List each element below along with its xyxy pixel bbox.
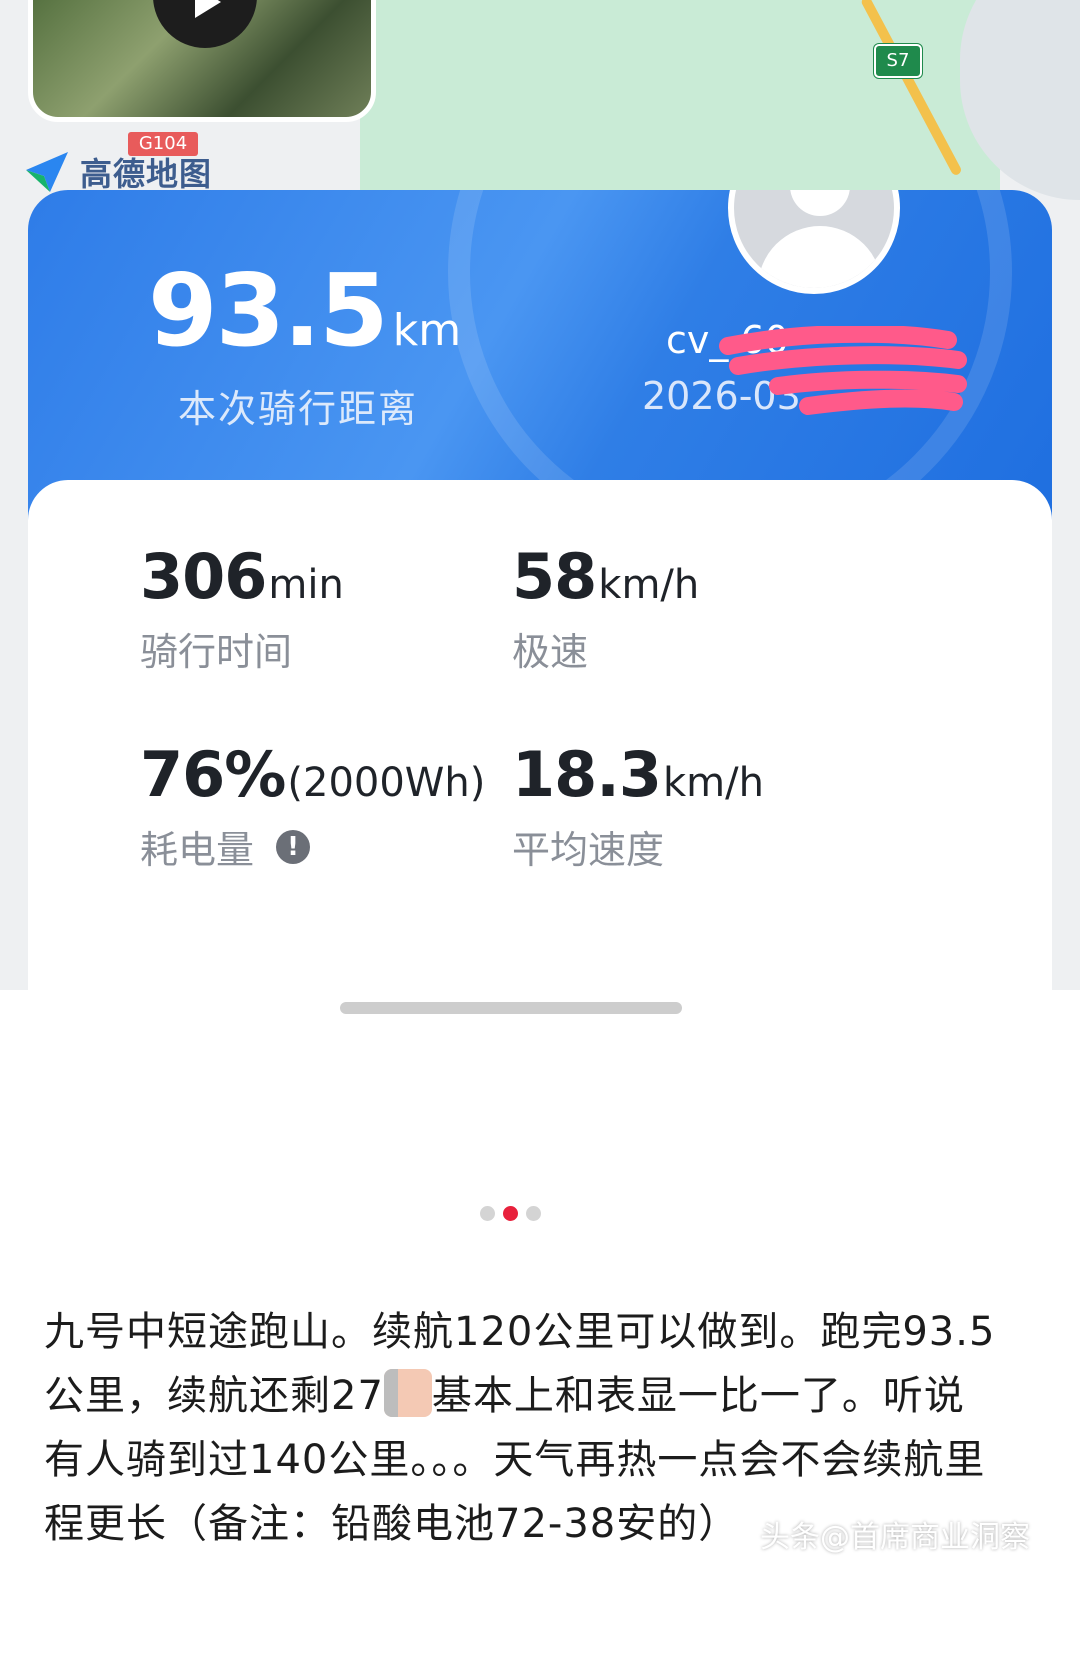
battery-usage-value: 76%	[140, 738, 286, 811]
carousel-dot-active[interactable]	[503, 1206, 518, 1221]
amap-logo-text: 高德地图	[80, 155, 213, 193]
amap-arrow-icon	[26, 152, 68, 192]
redaction-scribble	[719, 326, 967, 415]
watermark: 头条@首席商业洞察	[760, 1520, 1030, 1555]
distance-label: 本次骑行距离	[178, 387, 419, 431]
card-header: 93.5 km 本次骑行距离 cv_ 60 2026-03	[28, 190, 1052, 554]
distance-value: 93.5	[148, 252, 389, 369]
carousel-indicator[interactable]	[480, 1206, 541, 1221]
video-thumbnail[interactable]	[28, 0, 376, 122]
ride-time-label: 骑行时间	[140, 630, 293, 674]
play-button[interactable]	[153, 0, 257, 48]
top-speed-unit: km/h	[598, 562, 700, 608]
top-speed-value: 58	[512, 540, 597, 613]
ride-stats-card: 93.5 km 本次骑行距离 cv_ 60 2026-03 306 min 骑行…	[28, 190, 1052, 990]
stat-ride-time: 306 min 骑行时间	[140, 540, 344, 676]
stats-panel: 306 min 骑行时间 58 km/h 极速 76% (2000Wh) 耗电量…	[28, 480, 1052, 990]
stat-top-speed: 58 km/h 极速	[512, 540, 699, 676]
road-badge-s7: S7	[874, 44, 922, 78]
ride-time-value: 306	[140, 540, 267, 613]
avg-speed-value: 18.3	[512, 738, 662, 811]
carousel-dot[interactable]	[480, 1206, 495, 1221]
avg-speed-label: 平均速度	[512, 828, 665, 872]
info-icon[interactable]: !	[276, 829, 311, 864]
battery-usage-label: 耗电量	[140, 828, 255, 872]
amap-logo: 高德地图	[24, 150, 212, 194]
map-green-area	[360, 0, 1000, 220]
drag-handle[interactable]	[340, 1002, 682, 1014]
avg-speed-unit: km/h	[662, 760, 764, 806]
ride-time-unit: min	[268, 562, 344, 608]
top-speed-label: 极速	[512, 630, 589, 674]
ride-distance: 93.5 km	[148, 252, 461, 369]
play-icon	[195, 0, 221, 18]
stat-avg-speed: 18.3 km/h 平均速度	[512, 738, 764, 874]
carousel-dot[interactable]	[526, 1206, 541, 1221]
emoji-icon	[383, 1369, 432, 1417]
stat-battery-usage: 76% (2000Wh) 耗电量 !	[140, 738, 485, 874]
battery-capacity: (2000Wh)	[287, 760, 486, 806]
distance-unit: km	[392, 305, 462, 356]
